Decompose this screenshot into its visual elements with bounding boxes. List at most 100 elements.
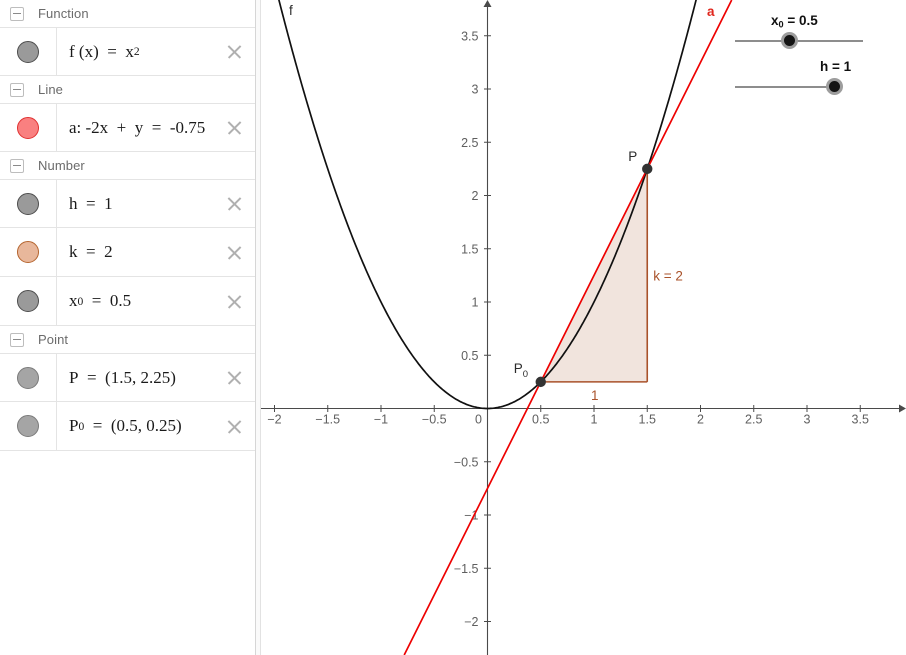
label-run: 1 — [591, 388, 599, 403]
x-axis-tick-labels: −2 −1.5 −1 −0.5 0 0.5 1 1.5 2 2.5 3 3.5 — [267, 413, 869, 427]
x-tick-label: 1 — [591, 413, 598, 427]
y-tick-label: 1 — [472, 296, 479, 310]
label-point-P: P — [628, 149, 637, 164]
visibility-marble-f[interactable] — [17, 40, 39, 63]
label-point-P0-subscript: 0 — [523, 369, 528, 380]
algebra-row-f[interactable]: f (x) = x2 — [0, 27, 255, 76]
collapse-icon[interactable] — [10, 332, 24, 347]
delete-button-P0[interactable] — [213, 402, 255, 450]
y-axis-arrow — [483, 0, 492, 7]
expression-x0[interactable]: x0 = 0.5 — [57, 277, 213, 325]
point-P[interactable] — [642, 163, 653, 175]
group-header-function[interactable]: Function — [0, 0, 255, 27]
graph-canvas[interactable]: −2 −1.5 −1 −0.5 0 0.5 1 1.5 2 2.5 3 3.5 −2 −1.5 −1 −0.… — [261, 0, 906, 655]
visibility-toggle-cell-f[interactable] — [0, 28, 57, 75]
algebra-row-a[interactable]: a: -2x + y = -0.75 — [0, 103, 255, 152]
expression-h[interactable]: h = 1 — [57, 180, 213, 227]
visibility-toggle-cell-k[interactable] — [0, 228, 57, 276]
slider-h-track[interactable] — [735, 86, 840, 88]
algebra-row-P0[interactable]: P0 = (0.5, 0.25) — [0, 402, 255, 451]
visibility-toggle-cell-P[interactable] — [0, 354, 57, 401]
algebra-sidebar: Function f (x) = x2 Line a: -2x + y = -0… — [0, 0, 256, 655]
close-icon[interactable] — [226, 293, 243, 310]
point-P0[interactable] — [535, 376, 546, 388]
y-tick-label: −0.5 — [454, 455, 479, 469]
slider-h-label: h = 1 — [820, 59, 852, 74]
y-axis-tick-labels: −2−1.5−1−0.50.511.522.533.5 — [454, 29, 479, 629]
line-a[interactable] — [403, 0, 733, 655]
x-tick-label: 0.5 — [532, 413, 549, 427]
group-header-number[interactable]: Number — [0, 152, 255, 179]
expression-P0[interactable]: P0 = (0.5, 0.25) — [57, 402, 213, 450]
slider-h-knob[interactable] — [826, 78, 843, 95]
close-icon[interactable] — [226, 195, 243, 212]
delete-button-f[interactable] — [213, 28, 255, 75]
expression-a[interactable]: a: -2x + y = -0.75 — [57, 104, 213, 151]
slider-x0-label: x0 = 0.5 — [771, 13, 818, 30]
group-title-number: Number — [38, 158, 85, 173]
x-tick-label: 3 — [804, 413, 811, 427]
y-tick-label: 3.5 — [461, 29, 478, 43]
close-icon[interactable] — [226, 418, 243, 435]
algebra-row-P[interactable]: P = (1.5, 2.25) — [0, 353, 255, 402]
close-icon[interactable] — [226, 43, 243, 60]
slider-x0-knob[interactable] — [781, 32, 798, 49]
delete-button-h[interactable] — [213, 180, 255, 227]
x-tick-label: −2 — [267, 413, 281, 427]
y-tick-label: 0.5 — [461, 349, 478, 363]
collapse-icon[interactable] — [10, 6, 24, 21]
expression-f[interactable]: f (x) = x2 — [57, 28, 213, 75]
x-axis-arrow — [899, 404, 906, 413]
delete-button-a[interactable] — [213, 104, 255, 151]
delete-button-x0[interactable] — [213, 277, 255, 325]
y-tick-label: −1.5 — [454, 562, 479, 576]
geogebra-window: Function f (x) = x2 Line a: -2x + y = -0… — [0, 0, 906, 655]
visibility-toggle-cell-h[interactable] — [0, 180, 57, 227]
visibility-marble-h[interactable] — [17, 192, 39, 215]
close-icon[interactable] — [226, 119, 243, 136]
group-title-line: Line — [38, 82, 63, 97]
graphics-view[interactable]: −2 −1.5 −1 −0.5 0 0.5 1 1.5 2 2.5 3 3.5 −2 −1.5 −1 −0.… — [261, 0, 906, 655]
y-tick-label: 2.5 — [461, 136, 478, 150]
y-tick-label: 1.5 — [461, 242, 478, 256]
visibility-toggle-cell-a[interactable] — [0, 104, 57, 151]
x-tick-label: 0 — [475, 413, 482, 427]
expression-P[interactable]: P = (1.5, 2.25) — [57, 354, 213, 401]
close-icon[interactable] — [226, 369, 243, 386]
x-tick-label: 2.5 — [745, 413, 762, 427]
algebra-row-k[interactable]: k = 2 — [0, 228, 255, 277]
x-tick-label: −1.5 — [315, 413, 340, 427]
x-tick-label: 1.5 — [639, 413, 656, 427]
delete-button-P[interactable] — [213, 354, 255, 401]
x-tick-label: −0.5 — [422, 413, 447, 427]
algebra-row-h[interactable]: h = 1 — [0, 179, 255, 228]
label-f: f — [289, 3, 293, 18]
y-tick-label: 3 — [472, 83, 479, 97]
y-tick-label: −2 — [464, 615, 478, 629]
x-tick-label: −1 — [374, 413, 388, 427]
close-icon[interactable] — [226, 244, 243, 261]
group-header-point[interactable]: Point — [0, 326, 255, 353]
x-tick-label: 2 — [697, 413, 704, 427]
visibility-marble-x0[interactable] — [17, 290, 39, 312]
y-tick-label: 2 — [472, 189, 479, 203]
label-point-P0: P0 — [514, 361, 528, 380]
x-tick-label: 3.5 — [852, 413, 869, 427]
slider-x0-track[interactable] — [735, 40, 863, 42]
expression-k[interactable]: k = 2 — [57, 228, 213, 276]
visibility-marble-P0[interactable] — [17, 415, 39, 437]
collapse-icon[interactable] — [10, 82, 24, 97]
visibility-marble-k[interactable] — [17, 241, 39, 263]
label-rise-k: k = 2 — [653, 268, 683, 283]
group-title-point: Point — [38, 332, 69, 347]
visibility-marble-a[interactable] — [17, 116, 39, 139]
delete-button-k[interactable] — [213, 228, 255, 276]
visibility-marble-P[interactable] — [17, 366, 39, 389]
group-title-function: Function — [38, 6, 89, 21]
visibility-toggle-cell-x0[interactable] — [0, 277, 57, 325]
visibility-toggle-cell-P0[interactable] — [0, 402, 57, 450]
group-header-line[interactable]: Line — [0, 76, 255, 103]
collapse-icon[interactable] — [10, 158, 24, 173]
label-point-P0-base: P — [514, 361, 523, 376]
algebra-row-x0[interactable]: x0 = 0.5 — [0, 277, 255, 326]
